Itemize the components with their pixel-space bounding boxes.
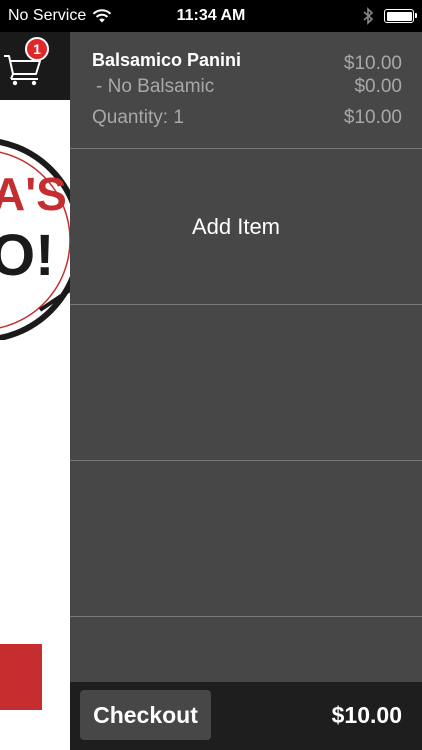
cart-total: $10.00: [331, 702, 402, 728]
background-red-banner: [0, 644, 42, 710]
add-item-row: Add Item: [70, 149, 422, 305]
cart-panel: Balsamico Panini $10.00 - No Balsamic $0…: [70, 32, 422, 682]
battery-icon: [384, 9, 417, 23]
empty-cart-row: [70, 305, 422, 461]
status-bar: No Service 11:34 AM: [0, 0, 422, 32]
cart-footer: Checkout $10.00: [70, 682, 422, 750]
cart-count-badge: 1: [25, 37, 49, 61]
checkout-button[interactable]: Checkout: [80, 690, 211, 740]
status-right: [362, 7, 417, 25]
item-name: Balsamico Panini: [92, 50, 242, 70]
restaurant-logo: A'S O!: [0, 138, 70, 340]
logo-text-top: A'S: [0, 168, 67, 220]
background-page: 1 A'S O!: [0, 32, 70, 750]
status-time: 11:34 AM: [176, 7, 246, 24]
logo-text-bottom: O!: [0, 223, 54, 288]
background-header: 1: [0, 32, 70, 100]
add-item-button[interactable]: Add Item: [70, 149, 402, 305]
item-line-total: $10.00: [343, 107, 402, 128]
item-modifier: - No Balsamic: [96, 76, 215, 97]
item-price: $10.00: [343, 53, 402, 74]
bluetooth-icon: [363, 7, 374, 25]
empty-cart-row: [70, 461, 422, 617]
cart-item-row[interactable]: Balsamico Panini $10.00 - No Balsamic $0…: [70, 32, 422, 149]
item-modifier-price: $0.00: [354, 76, 402, 97]
item-quantity: Quantity: 1: [92, 107, 184, 128]
